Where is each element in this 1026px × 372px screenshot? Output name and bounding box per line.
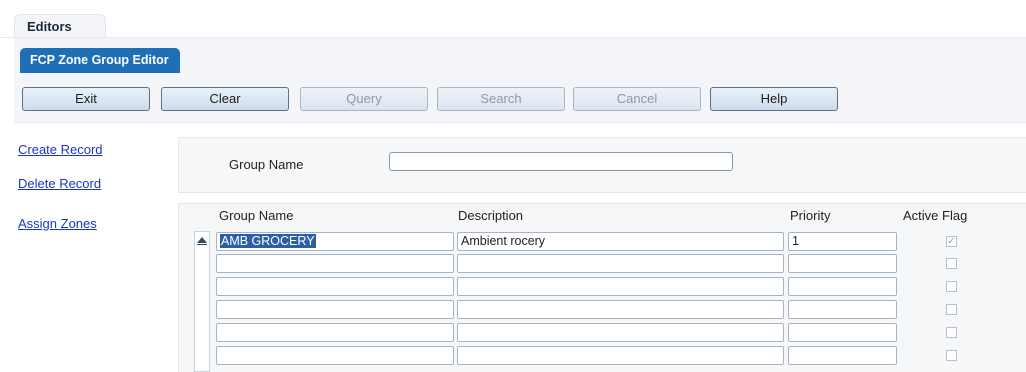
cancel-button[interactable]: Cancel — [573, 87, 701, 111]
group-name-cell-text: AMB GROCERY — [220, 234, 316, 248]
help-button[interactable]: Help — [710, 87, 838, 111]
group-name-cell[interactable] — [216, 323, 454, 342]
priority-cell[interactable] — [788, 277, 897, 296]
scroll-up-icon-base — [197, 244, 207, 245]
column-header-active-flag: Active Flag — [903, 208, 968, 223]
search-button[interactable]: Search — [437, 87, 565, 111]
column-header-group-name: Group Name — [219, 208, 294, 223]
description-cell[interactable] — [457, 277, 784, 296]
group-name-cell[interactable]: AMB GROCERY — [216, 232, 454, 251]
description-cell[interactable] — [457, 254, 784, 273]
column-header-description: Description — [458, 208, 524, 223]
scroll-up-icon[interactable] — [197, 237, 207, 243]
active-flag-checkbox[interactable]: ✓ — [946, 236, 957, 247]
create-record-link[interactable]: Create Record — [18, 142, 103, 157]
description-cell[interactable] — [457, 346, 784, 365]
description-cell[interactable] — [457, 300, 784, 319]
group-name-cell[interactable] — [216, 346, 454, 365]
column-header-priority: Priority — [790, 208, 831, 223]
exit-button[interactable]: Exit — [22, 87, 150, 111]
grid-scrollbar[interactable] — [194, 231, 210, 372]
assign-zones-link[interactable]: Assign Zones — [18, 216, 97, 231]
active-flag-checkbox[interactable] — [946, 304, 957, 315]
group-name-label: Group Name — [229, 157, 304, 172]
priority-cell[interactable] — [788, 323, 897, 342]
active-flag-checkbox[interactable] — [946, 258, 957, 269]
query-button[interactable]: Query — [300, 87, 428, 111]
group-name-cell[interactable] — [216, 277, 454, 296]
tab-fcp-zone-group-editor[interactable]: FCP Zone Group Editor — [20, 48, 180, 73]
group-name-cell[interactable] — [216, 254, 454, 273]
clear-button[interactable]: Clear — [161, 87, 289, 111]
description-cell-text: Ambient rocery — [461, 234, 546, 248]
active-flag-checkbox[interactable] — [946, 327, 957, 338]
group-name-input[interactable] — [389, 152, 733, 171]
priority-cell[interactable]: 1 — [788, 232, 897, 251]
tab-bar — [0, 0, 1026, 38]
priority-cell[interactable] — [788, 254, 897, 273]
description-cell[interactable]: Ambient rocery — [457, 232, 784, 251]
description-cell[interactable] — [457, 323, 784, 342]
tab-editors[interactable]: Editors — [14, 14, 106, 38]
priority-cell[interactable] — [788, 346, 897, 365]
priority-cell[interactable] — [788, 300, 897, 319]
delete-record-link[interactable]: Delete Record — [18, 176, 101, 191]
group-name-cell[interactable] — [216, 300, 454, 319]
priority-cell-text: 1 — [792, 234, 799, 248]
active-flag-checkbox[interactable] — [946, 350, 957, 361]
active-flag-checkbox[interactable] — [946, 281, 957, 292]
